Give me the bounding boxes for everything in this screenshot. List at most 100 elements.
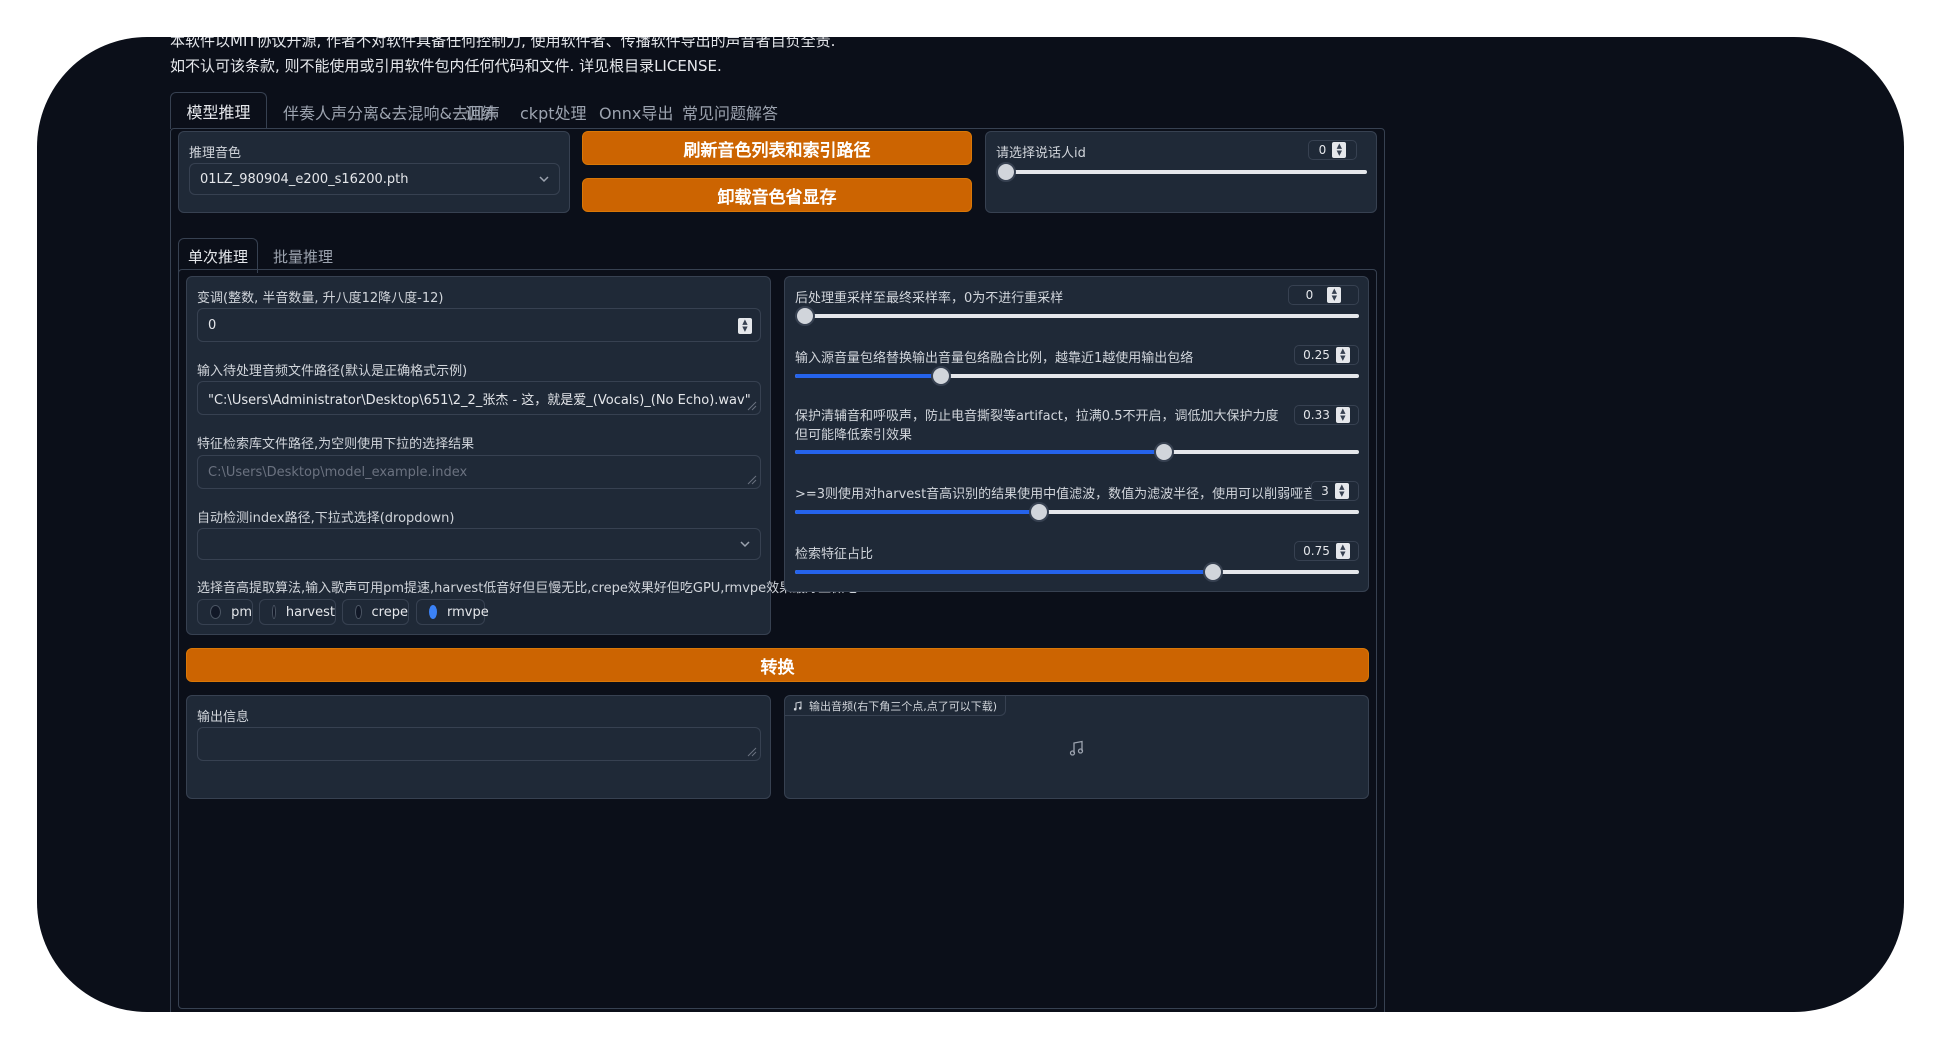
slider-fill — [795, 450, 1164, 454]
slider-fill — [795, 570, 1213, 574]
tab-batch-inference[interactable]: 批量推理 — [273, 246, 333, 267]
transpose-input[interactable]: 0 ▲ ▼ — [197, 308, 761, 342]
radio-icon — [355, 605, 362, 619]
speaker-id-slider[interactable] — [996, 162, 1367, 182]
protect-input[interactable]: 0.33 ▲ ▼ — [1294, 405, 1359, 425]
protect-slider[interactable] — [795, 442, 1359, 462]
f0-option-harvest[interactable]: harvest — [259, 599, 336, 625]
speaker-id-input[interactable]: 0 ▲ ▼ — [1308, 140, 1357, 160]
spinner-icon[interactable]: ▲ ▼ — [1335, 407, 1350, 423]
resize-grip-icon[interactable] — [747, 401, 757, 411]
radio-selected-icon — [429, 605, 437, 619]
slider-thumb[interactable] — [1203, 562, 1223, 582]
f0-option-label: pm — [231, 604, 252, 620]
index-rate-value: 0.75 — [1303, 544, 1330, 558]
f0-option-pm[interactable]: pm — [197, 599, 253, 625]
slider-thumb[interactable] — [1029, 502, 1049, 522]
resize-grip-icon[interactable] — [747, 747, 757, 757]
refresh-voice-list-button[interactable]: 刷新音色列表和索引路径 — [582, 131, 972, 165]
spinner-icon[interactable]: ▲ ▼ — [738, 318, 752, 334]
transpose-label: 变调(整数, 半音数量, 升八度12降八度-12) — [197, 291, 444, 306]
f0-option-crepe[interactable]: crepe — [342, 599, 409, 625]
voice-select-label: 推理音色 — [189, 146, 242, 161]
speaker-id-block: 请选择说话人id 0 ▲ ▼ — [985, 131, 1377, 213]
resample-value: 0 — [1305, 288, 1314, 302]
input-path-label: 输入待处理音频文件路径(默认是正确格式示例) — [197, 364, 468, 379]
f0-option-label: rmvpe — [447, 604, 489, 620]
auto-index-label: 自动检测index路径,下拉式选择(dropdown) — [197, 511, 455, 526]
inference-params-left: 变调(整数, 半音数量, 升八度12降八度-12) 0 ▲ ▼ 输入待处理音频文件… — [186, 276, 885, 635]
f0-option-rmvpe[interactable]: rmvpe — [416, 599, 489, 625]
slider-track[interactable] — [996, 170, 1367, 174]
rms-mix-label: 输入源音量包络替换输出音量包络融合比例，越靠近1越使用输出包络 — [795, 351, 1194, 366]
f0-method-label: 选择音高提取算法,输入歌声可用pm提速,harvest低音好但巨慢无比,crep… — [197, 581, 885, 596]
slider-thumb[interactable] — [996, 162, 1016, 182]
spinner-icon[interactable]: ▲ ▼ — [1335, 543, 1350, 559]
voice-select-block: 推理音色 01LZ_980904_e200_s16200.pth — [178, 131, 570, 213]
slider-fill — [795, 510, 1039, 514]
output-info-block: 输出信息 — [186, 695, 771, 799]
inference-params-right: 后处理重采样至最终采样率，0为不进行重采样 0 ▲ ▼ 输入源音量包络替换输出音量… — [784, 276, 1369, 592]
output-audio-block: 输出音频(右下角三个点,点了可以下载) — [784, 695, 1369, 799]
output-audio-label-badge: 输出音频(右下角三个点,点了可以下载) — [785, 696, 1007, 716]
voice-dropdown[interactable]: 01LZ_980904_e200_s16200.pth — [189, 163, 560, 195]
slider-thumb[interactable] — [795, 306, 815, 326]
app-window: 本软件以MIT协议开源, 作者不对软件具备任何控制力, 使用软件者、传播软件导出… — [37, 37, 1904, 1012]
radio-icon — [272, 605, 276, 619]
input-path-value: "C:\Users\Administrator\Desktop\651\2_2_… — [208, 392, 751, 408]
chevron-down-icon — [539, 176, 549, 183]
music-note-icon — [793, 700, 802, 710]
index-rate-slider[interactable] — [795, 562, 1359, 582]
slider-thumb[interactable] — [1154, 442, 1174, 462]
slider-fill — [795, 374, 941, 378]
resample-input[interactable]: 0 ▲ ▼ — [1288, 285, 1359, 305]
chevron-down-icon — [740, 541, 750, 548]
spinner-icon[interactable]: ▲ ▼ — [1335, 347, 1350, 363]
unload-voice-button[interactable]: 卸载音色省显存 — [582, 178, 972, 212]
convert-button[interactable]: 转换 — [186, 648, 1369, 682]
radio-icon — [210, 605, 222, 619]
protect-label: 保护清辅音和呼吸声，防止电音撕裂等artifact，拉满0.5不开启，调低加大保… — [795, 409, 1279, 443]
index-path-field[interactable]: C:\Users\Desktop\model_example.index — [197, 455, 761, 489]
spinner-icon[interactable]: ▲ ▼ — [1334, 483, 1349, 499]
resample-label: 后处理重采样至最终采样率，0为不进行重采样 — [795, 291, 1064, 306]
f0-option-label: harvest — [285, 604, 335, 620]
tab-ckpt[interactable]: ckpt处理 — [520, 100, 587, 124]
transpose-value: 0 — [208, 317, 217, 333]
resize-grip-icon[interactable] — [747, 475, 757, 485]
filter-radius-label: >=3则使用对harvest音高识别的结果使用中值滤波，数值为滤波半径，使用可以… — [795, 487, 1317, 502]
filter-radius-slider[interactable] — [795, 502, 1359, 522]
voice-dropdown-value: 01LZ_980904_e200_s16200.pth — [200, 171, 409, 187]
input-path-field[interactable]: "C:\Users\Administrator\Desktop\651\2_2_… — [197, 381, 761, 415]
slider-track[interactable] — [795, 314, 1359, 318]
index-path-placeholder: C:\Users\Desktop\model_example.index — [208, 464, 468, 480]
rms-mix-value: 0.25 — [1303, 348, 1330, 362]
tab-faq[interactable]: 常见问题解答 — [682, 100, 778, 124]
filter-radius-input[interactable]: 3 ▲ ▼ — [1311, 481, 1359, 501]
rms-mix-input[interactable]: 0.25 ▲ ▼ — [1294, 345, 1359, 365]
resample-slider[interactable] — [795, 306, 1359, 326]
spinner-icon[interactable]: ▲ ▼ — [1327, 287, 1342, 303]
output-info-label: 输出信息 — [197, 710, 250, 725]
tab-model-inference[interactable]: 模型推理 — [170, 92, 267, 129]
output-audio-label: 输出音频(右下角三个点,点了可以下载) — [809, 699, 998, 713]
license-notice-line-1: 本软件以MIT协议开源, 作者不对软件具备任何控制力, 使用软件者、传播软件导出… — [170, 37, 836, 50]
output-info-field[interactable] — [197, 727, 761, 761]
spinner-icon[interactable]: ▲ ▼ — [1332, 142, 1347, 158]
tab-onnx-export[interactable]: Onnx导出 — [599, 100, 673, 124]
rms-mix-slider[interactable] — [795, 366, 1359, 386]
speaker-id-label: 请选择说话人id — [996, 146, 1086, 161]
audio-placeholder-icon — [1069, 740, 1084, 756]
speaker-id-value: 0 — [1318, 143, 1327, 157]
index-path-label: 特征检索库文件路径,为空则使用下拉的选择结果 — [197, 437, 475, 452]
index-rate-label: 检索特征占比 — [795, 547, 874, 562]
slider-thumb[interactable] — [931, 366, 951, 386]
f0-option-label: crepe — [371, 604, 408, 620]
index-rate-input[interactable]: 0.75 ▲ ▼ — [1294, 541, 1359, 561]
auto-index-dropdown[interactable] — [197, 528, 761, 560]
filter-radius-value: 3 — [1321, 484, 1329, 498]
license-notice-line-2: 如不认可该条款, 则不能使用或引用软件包内任何代码和文件. 详见根目录LICEN… — [170, 57, 722, 75]
tab-single-inference[interactable]: 单次推理 — [178, 238, 258, 273]
tab-train[interactable]: 训练 — [465, 100, 497, 124]
protect-value: 0.33 — [1303, 408, 1330, 422]
